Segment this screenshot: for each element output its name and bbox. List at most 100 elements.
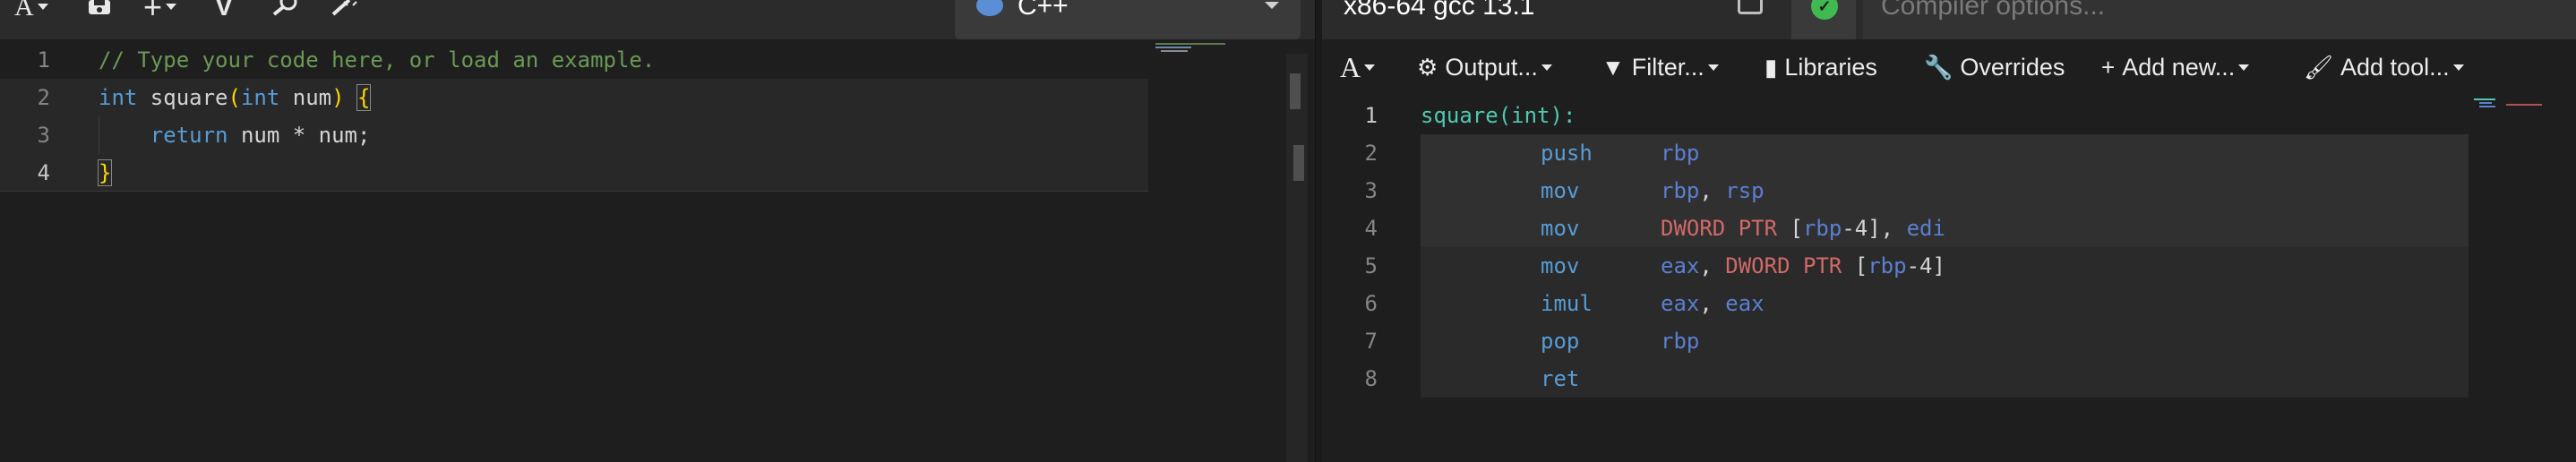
wrench-icon: 🔧 [1924,54,1953,81]
filter-menu-button[interactable]: ▼ Filter... [1601,45,1719,90]
asm-line: 3 mov rbp, rsp [1322,172,2469,210]
line-number: 8 [1364,366,1378,391]
register: rbp [1868,253,1907,278]
chevron-down-icon [37,4,48,10]
asm-line: 4 mov DWORD PTR [rbp-4], edi [1322,210,2469,247]
minimap-line [1155,47,1191,48]
line-number: 1 [37,47,50,73]
save-button[interactable] [88,0,111,16]
overrides-label: Overrides [1960,54,2065,81]
add-new-button[interactable]: + Add new... [2101,45,2250,90]
wand-icon [331,0,357,16]
vim-mode-button[interactable]: V [215,0,234,21]
register: eax [1661,291,1700,316]
line-number: 3 [1364,178,1378,203]
filter-label: Filter... [1631,54,1704,81]
offset: -4 [1842,216,1868,241]
register: rbp [1661,329,1700,354]
code-text: } [97,154,113,192]
asm-operands: eax, eax [1661,285,1765,322]
brace: } [97,159,113,186]
asm-opcode: push [1541,141,1593,166]
compiler-bar: x86-64 gcc 13.1 ✓ Compiler options... [1322,0,2576,39]
bracket: ], [1868,216,1907,241]
book-icon: ▮ [1765,54,1778,81]
code-rest: num * num; [228,123,371,148]
compiler-options-input[interactable]: Compiler options... [1863,0,2576,39]
asm-line: 6 imul eax, eax [1322,285,2469,322]
assembly-output[interactable]: 1 square(int): 2 push rbp 3 mov rbp, rsp… [1322,97,2576,462]
scrollbar-marker [1293,145,1304,181]
source-toolbar: A + V C++ [0,0,1315,39]
bracket: [ [1777,216,1803,241]
plus-icon: + [2101,54,2116,81]
line-number: 4 [1364,216,1378,241]
source-pane: A + V C++ 1 // Type your code here, or l… [0,0,1315,462]
paren: ( [228,85,241,110]
line-number: 2 [1364,141,1378,166]
asm-opcode: pop [1541,329,1580,354]
asm-operands: rbp [1661,322,1699,360]
code-text: return num * num; [99,116,371,154]
line-number: 1 [1364,103,1378,128]
bracket: [ [1842,253,1868,278]
output-label: Output... [1445,54,1538,81]
language-select[interactable]: C++ [955,0,1301,39]
plus-icon: + [143,0,163,25]
font-size-button[interactable]: A [14,0,48,21]
format-button[interactable] [328,0,358,16]
asm-line: 8 ret [1322,360,2469,398]
output-font-button[interactable]: A [1340,45,1376,90]
asm-line: 7 pop rbp [1322,322,2469,360]
output-menu-button[interactable]: ⚙ Output... [1417,45,1552,90]
chevron-down-icon [1541,64,1552,71]
chevron-down-icon [2452,64,2464,71]
asm-opcode: imul [1541,291,1593,316]
line-number: 3 [37,123,50,148]
asm-opcode: mov [1541,253,1580,278]
source-line: 3 return num * num; [0,116,1148,154]
line-number: 2 [37,85,50,110]
line-number: 4 [37,160,50,185]
compiler-picker[interactable]: x86-64 gcc 13.1 [1344,0,1534,20]
add-pane-button[interactable]: + [143,0,177,25]
code-comment: // Type your code here, or load an examp… [99,47,656,73]
compiler-options-placeholder: Compiler options... [1881,0,2106,21]
source-line: 2 int square(int num) { [0,79,1148,116]
source-minimap[interactable] [1155,39,1290,462]
size-keyword: DWORD PTR [1661,216,1778,241]
register: rbp [1661,178,1700,203]
asm-operands: eax, DWORD PTR [rbp-4] [1661,247,1945,285]
separator: , [1699,291,1726,316]
asm-line: 2 push rbp [1322,134,2469,172]
vim-icon: V [215,0,234,21]
source-scrollbar[interactable] [1286,54,1308,462]
asm-operands: rbp [1661,134,1699,172]
source-line: 1 // Type your code here, or load an exa… [0,41,1148,79]
pane-splitter[interactable] [1315,0,1322,462]
minimap-line [2474,98,2495,100]
popout-icon[interactable] [1738,0,1763,14]
register: rsp [1725,178,1765,203]
line-number: 7 [1364,329,1378,354]
code-text: int square(int num) { [99,79,372,116]
search-icon [272,0,297,16]
compiler-pane: x86-64 gcc 13.1 ✓ Compiler options... A … [1322,0,2576,462]
search-button[interactable] [269,0,299,16]
separator: , [1699,253,1726,278]
minimap-line [1161,50,1188,52]
asm-opcode: mov [1541,216,1580,241]
asm-operands: DWORD PTR [rbp-4], edi [1661,210,1945,247]
output-toolbar: A ⚙ Output... ▼ Filter... ▮ Libraries 🔧 Over… [1322,45,2576,90]
source-editor[interactable]: 1 // Type your code here, or load an exa… [0,39,1290,462]
libraries-button[interactable]: ▮ Libraries [1765,45,1877,90]
scrollbar-thumb[interactable] [1290,73,1301,109]
compile-status[interactable]: ✓ [1791,0,1856,39]
assembly-minimap[interactable] [2474,97,2574,133]
overrides-button[interactable]: 🔧 Overrides [1924,45,2065,90]
asm-label: square(int): [1421,103,1576,128]
add-tool-button[interactable]: 🖌 Add tool... [2304,45,2464,90]
separator: , [1699,178,1726,203]
